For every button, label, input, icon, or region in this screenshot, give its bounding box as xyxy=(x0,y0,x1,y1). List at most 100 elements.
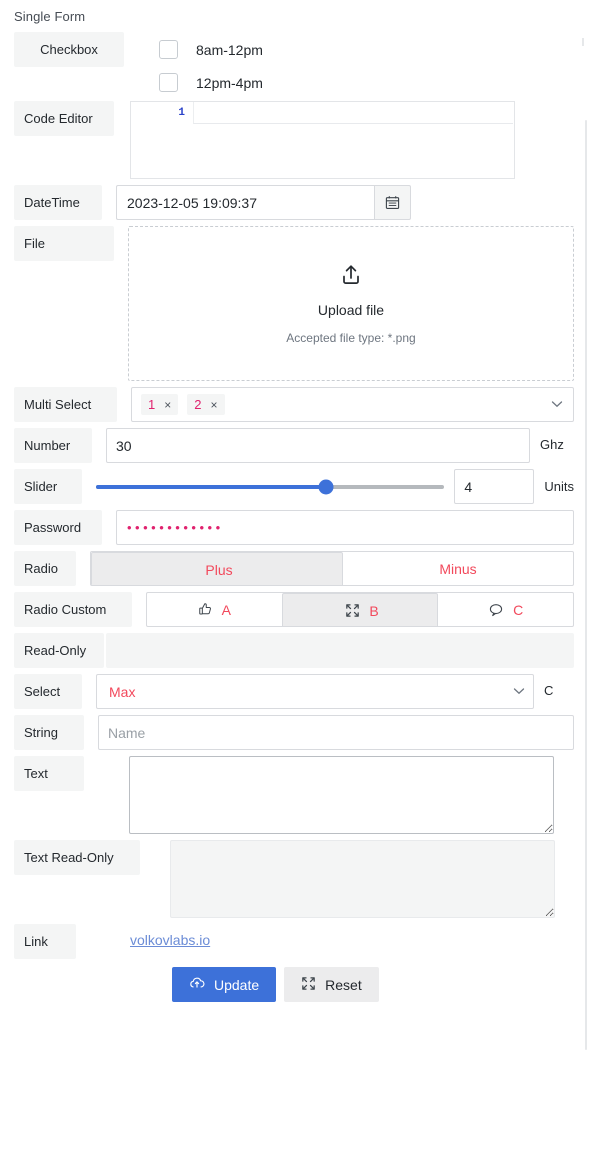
multi-select-pill-1-value: 2 xyxy=(194,397,201,412)
field-row-number: Number Ghz xyxy=(14,428,574,463)
code-editor[interactable]: 1 xyxy=(130,101,515,179)
remove-icon[interactable]: × xyxy=(210,398,217,412)
field-row-radio: Radio Plus Minus xyxy=(14,551,574,586)
radio-label: Radio xyxy=(14,551,76,586)
password-label: Password xyxy=(14,510,102,545)
file-upload-title: Upload file xyxy=(318,302,384,318)
radio-option-minus-label: Minus xyxy=(439,561,476,577)
checkbox-label: Checkbox xyxy=(14,32,124,67)
field-row-checkbox: Checkbox 8am-12pm xyxy=(14,32,574,67)
radio-custom-option-b[interactable]: B xyxy=(282,593,439,627)
select-dropdown[interactable]: Max xyxy=(96,674,534,709)
link-label: Link xyxy=(14,924,76,959)
field-row-text-read-only: Text Read-Only xyxy=(14,840,574,918)
slider-unit: Units xyxy=(534,479,574,494)
string-label: String xyxy=(14,715,84,750)
upload-icon xyxy=(339,263,363,292)
file-accepted-types: Accepted file type: *.png xyxy=(286,331,415,345)
update-button[interactable]: Update xyxy=(172,967,276,1002)
select-unit: C xyxy=(534,674,553,698)
checkbox-option-0-label: 8am-12pm xyxy=(196,42,263,58)
multi-select-label: Multi Select xyxy=(14,387,117,422)
field-row-link: Link volkovlabs.io xyxy=(14,924,574,959)
field-row-code-editor: Code Editor 1 xyxy=(14,101,574,179)
cloud-upload-icon xyxy=(189,975,205,994)
remove-icon[interactable]: × xyxy=(164,398,171,412)
field-row-radio-custom: Radio Custom A xyxy=(14,592,574,627)
code-editor-line-number: 1 xyxy=(178,107,185,119)
multi-select-pill-0-value: 1 xyxy=(148,397,155,412)
field-row-multi-select: Multi Select 1 × 2 × xyxy=(14,387,574,422)
form-body: Checkbox 8am-12pm 12pm-4pm Code Editor 1 xyxy=(0,24,590,1002)
code-editor-label: Code Editor xyxy=(14,101,114,136)
radio-custom-option-b-label: B xyxy=(369,603,378,619)
datetime-input-group xyxy=(116,185,574,220)
password-input[interactable]: •••••••••••• xyxy=(116,510,574,545)
text-read-only-label: Text Read-Only xyxy=(14,840,140,875)
form-actions: Update Reset xyxy=(14,959,574,1002)
vertical-scrollbar[interactable] xyxy=(585,120,587,1050)
link-volkovlabs[interactable]: volkovlabs.io xyxy=(128,924,210,948)
slider-control[interactable] xyxy=(82,469,534,504)
field-row-select: Select Max C xyxy=(14,674,574,709)
datetime-input[interactable] xyxy=(116,185,374,220)
read-only-value xyxy=(106,633,574,668)
radio-custom-option-a-label: A xyxy=(222,602,231,618)
slider-thumb[interactable] xyxy=(318,479,333,494)
radio-custom-option-c-label: C xyxy=(513,602,523,618)
slider-label: Slider xyxy=(14,469,82,504)
string-input[interactable] xyxy=(98,715,574,750)
field-row-password: Password •••••••••••• xyxy=(14,510,574,545)
datetime-label: DateTime xyxy=(14,185,102,220)
select-value: Max xyxy=(109,684,135,700)
number-unit: Ghz xyxy=(530,428,564,452)
field-row-slider: Slider Units xyxy=(14,469,574,504)
select-label: Select xyxy=(14,674,82,709)
checkbox-option-0[interactable] xyxy=(159,40,178,59)
read-only-label: Read-Only xyxy=(14,633,104,668)
number-input[interactable] xyxy=(106,428,530,463)
slider-fill xyxy=(96,485,326,489)
radio-option-minus[interactable]: Minus xyxy=(343,552,573,585)
slider-value-input[interactable] xyxy=(454,469,534,504)
code-editor-gutter: 1 xyxy=(131,102,193,178)
file-label: File xyxy=(14,226,114,261)
number-label: Number xyxy=(14,428,92,463)
checkbox-option-1-label: 12pm-4pm xyxy=(196,75,263,91)
multi-select-input[interactable]: 1 × 2 × xyxy=(131,387,574,422)
field-row-text: Text xyxy=(14,756,574,834)
multi-select-pill-0[interactable]: 1 × xyxy=(141,394,178,415)
field-row-file: File Upload file Accepted file type: *.p… xyxy=(14,226,574,381)
panel-edge-marker xyxy=(582,38,584,46)
text-read-only-textarea xyxy=(170,840,555,918)
calendar-icon[interactable] xyxy=(374,185,411,220)
reset-button[interactable]: Reset xyxy=(284,967,379,1002)
comment-icon xyxy=(488,602,504,618)
multi-select-pill-1[interactable]: 2 × xyxy=(187,394,224,415)
radio-custom-option-c[interactable]: C xyxy=(438,593,573,626)
reset-button-label: Reset xyxy=(325,977,362,993)
expand-arrows-icon xyxy=(345,603,360,618)
field-row-datetime: DateTime xyxy=(14,185,574,220)
radio-option-plus-label: Plus xyxy=(205,562,232,578)
page-title: Single Form xyxy=(0,0,590,24)
field-row-read-only: Read-Only xyxy=(14,633,574,668)
radio-group: Plus Minus xyxy=(90,551,574,586)
radio-custom-option-a[interactable]: A xyxy=(147,593,282,626)
radio-custom-group: A B xyxy=(146,592,574,627)
radio-option-plus[interactable]: Plus xyxy=(91,552,343,586)
single-form-panel: Single Form Checkbox 8am-12pm 12pm-4pm C… xyxy=(0,0,590,1157)
text-textarea[interactable] xyxy=(129,756,554,834)
checkbox-option-1[interactable] xyxy=(159,73,178,92)
file-dropzone[interactable]: Upload file Accepted file type: *.png xyxy=(128,226,574,381)
field-row-checkbox-2: 12pm-4pm xyxy=(14,73,574,92)
chevron-down-icon[interactable] xyxy=(551,399,567,411)
field-row-string: String xyxy=(14,715,574,750)
code-editor-active-line[interactable] xyxy=(193,102,513,124)
expand-arrows-icon xyxy=(301,976,316,994)
thumbs-up-icon xyxy=(198,602,213,617)
text-label: Text xyxy=(14,756,84,791)
chevron-down-icon[interactable] xyxy=(513,686,525,698)
update-button-label: Update xyxy=(214,977,259,993)
slider-track[interactable] xyxy=(96,485,444,489)
